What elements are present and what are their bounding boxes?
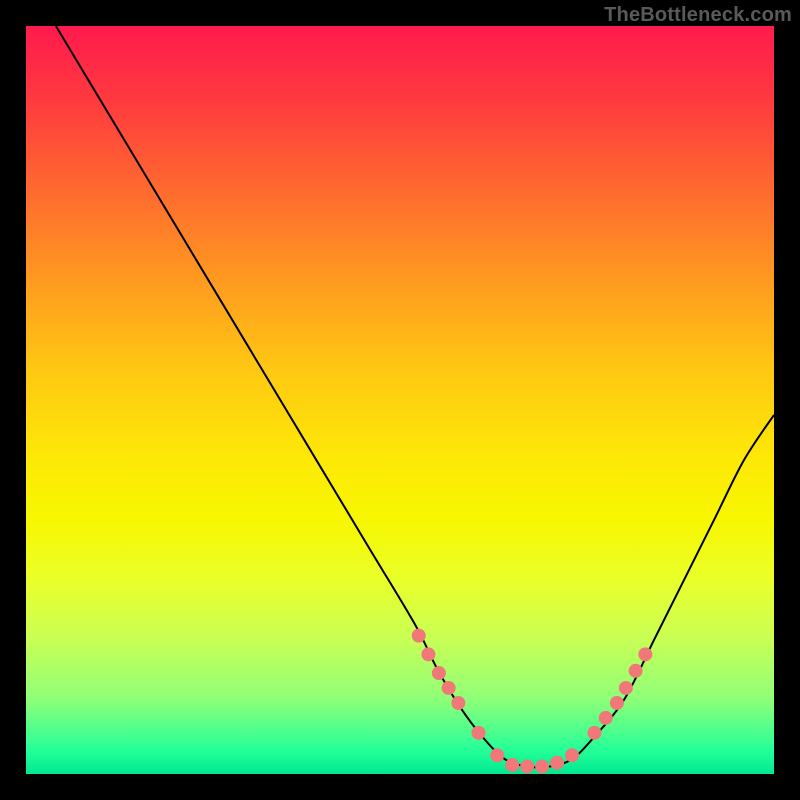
marker-dot bbox=[639, 648, 652, 661]
marker-dot bbox=[432, 667, 445, 680]
bottleneck-curve-svg bbox=[26, 26, 774, 774]
marker-dot bbox=[536, 760, 549, 773]
marker-dot bbox=[629, 664, 642, 677]
marker-dot bbox=[619, 681, 632, 694]
marker-dot bbox=[422, 648, 435, 661]
marker-dot bbox=[551, 756, 564, 769]
marker-dot bbox=[491, 749, 504, 762]
marker-dot bbox=[566, 749, 579, 762]
marker-dots-group bbox=[412, 629, 652, 773]
chart-frame: TheBottleneck.com bbox=[0, 0, 800, 800]
bottleneck-curve bbox=[56, 26, 774, 767]
marker-dot bbox=[610, 696, 623, 709]
marker-dot bbox=[599, 711, 612, 724]
marker-dot bbox=[588, 726, 601, 739]
plot-background-gradient bbox=[26, 26, 774, 774]
watermark-text: TheBottleneck.com bbox=[604, 4, 792, 27]
marker-dot bbox=[452, 696, 465, 709]
marker-dot bbox=[442, 681, 455, 694]
marker-dot bbox=[412, 629, 425, 642]
marker-dot bbox=[472, 726, 485, 739]
marker-dot bbox=[521, 760, 534, 773]
marker-dot bbox=[506, 759, 519, 772]
